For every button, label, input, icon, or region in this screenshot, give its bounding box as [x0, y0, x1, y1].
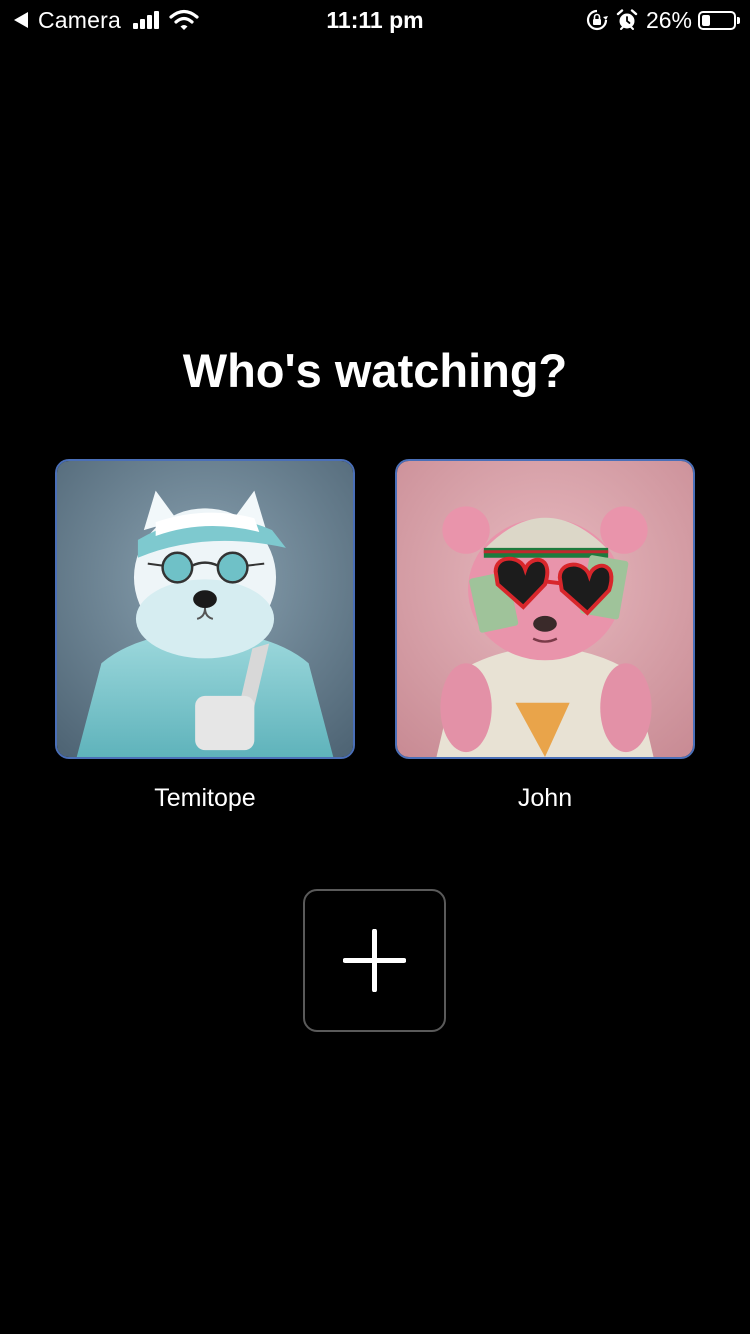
- battery-cap: [737, 16, 740, 24]
- status-bar: Camera 11:11 pm 26%: [0, 0, 750, 40]
- profile-avatar[interactable]: [55, 459, 355, 759]
- page-title: Who's watching?: [182, 344, 568, 397]
- add-profile-button[interactable]: [303, 889, 446, 1032]
- battery-icon: [698, 10, 740, 30]
- profile-name: Temitope: [154, 784, 256, 812]
- alarm-icon: [616, 9, 638, 30]
- profile-card-john[interactable]: John: [395, 459, 695, 813]
- battery-percentage: 26%: [645, 6, 692, 33]
- orientation-lock-icon: [586, 9, 608, 31]
- avatar-white-bear-image: [57, 461, 353, 757]
- plus-icon: [343, 929, 406, 992]
- profile-avatar[interactable]: [395, 459, 695, 759]
- profile-card-temitope[interactable]: Temitope: [55, 459, 355, 813]
- battery-level-fill: [702, 14, 710, 26]
- profile-name: John: [517, 784, 573, 812]
- avatar-pink-bear-image: [397, 461, 693, 757]
